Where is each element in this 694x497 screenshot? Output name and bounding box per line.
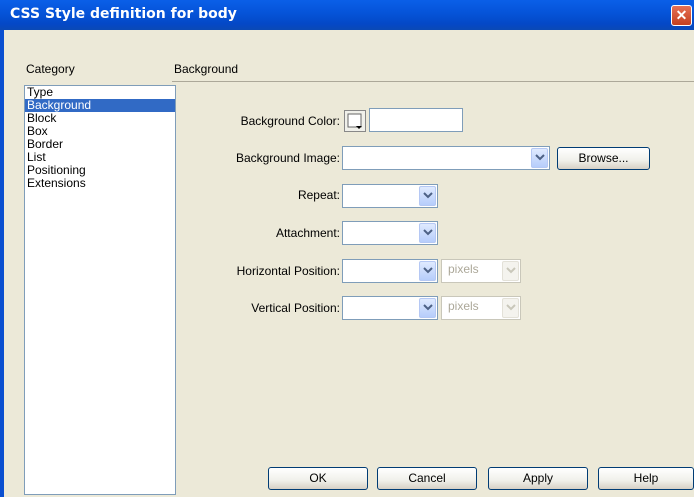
horizontal-position-label: Horizontal Position: — [236, 264, 340, 278]
title-bar[interactable]: CSS Style definition for body ✕ — [0, 0, 694, 30]
horizontal-position-combo[interactable] — [342, 259, 438, 283]
chevron-down-icon[interactable] — [419, 223, 436, 243]
background-image-label: Background Image: — [235, 151, 340, 165]
close-icon: ✕ — [675, 7, 688, 23]
background-color-picker[interactable] — [344, 110, 366, 132]
window-title: CSS Style definition for body — [10, 6, 237, 22]
section-divider — [172, 81, 694, 82]
category-list[interactable]: Type Background Block Box Border List Po… — [24, 85, 176, 495]
repeat-select[interactable] — [342, 184, 438, 208]
chevron-down-icon[interactable] — [531, 148, 548, 168]
background-color-field[interactable] — [369, 108, 463, 132]
cancel-button[interactable]: Cancel — [377, 467, 477, 490]
chevron-down-icon[interactable] — [419, 186, 436, 206]
color-picker-icon — [347, 113, 362, 129]
category-item-border[interactable]: Border — [25, 138, 175, 151]
repeat-label: Repeat: — [297, 188, 340, 202]
close-button[interactable]: ✕ — [671, 5, 692, 26]
category-item-extensions[interactable]: Extensions — [25, 177, 175, 190]
help-button[interactable]: Help — [598, 467, 694, 490]
window-frame-left — [0, 30, 4, 497]
panel-heading: Background — [174, 62, 239, 76]
vertical-unit-select[interactable]: pixels — [441, 296, 521, 320]
horizontal-unit-select[interactable]: pixels — [441, 259, 521, 283]
chevron-down-icon[interactable] — [502, 261, 519, 281]
ok-button[interactable]: OK — [268, 467, 368, 490]
attachment-label: Attachment: — [275, 226, 340, 240]
background-image-combo[interactable] — [342, 146, 550, 170]
chevron-down-icon[interactable] — [502, 298, 519, 318]
category-heading: Category — [26, 62, 75, 76]
vertical-position-label: Vertical Position: — [251, 301, 340, 315]
chevron-down-icon[interactable] — [419, 298, 436, 318]
apply-button[interactable]: Apply — [488, 467, 588, 490]
browse-button[interactable]: Browse... — [557, 147, 650, 170]
attachment-select[interactable] — [342, 221, 438, 245]
vertical-position-combo[interactable] — [342, 296, 438, 320]
chevron-down-icon[interactable] — [419, 261, 436, 281]
background-color-label: Background Color: — [240, 114, 340, 128]
